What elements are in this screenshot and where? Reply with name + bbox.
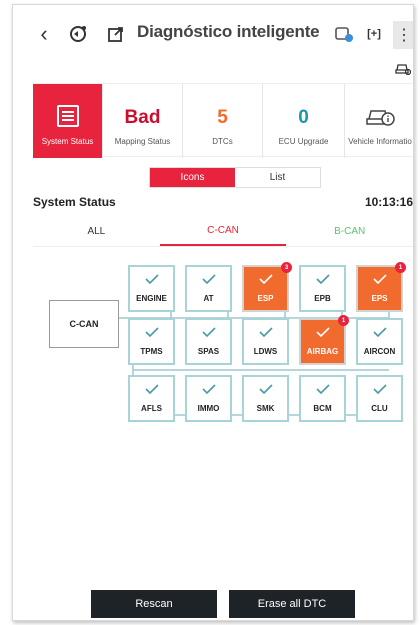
- check-icon: [202, 327, 216, 338]
- ecu-name: EPS: [371, 294, 388, 303]
- ecu-name: ESP: [257, 294, 274, 303]
- ecu-tile-clu[interactable]: CLU: [356, 375, 403, 422]
- scan-time: 10:13:16: [364, 195, 413, 209]
- dtc-count-badge: 1: [338, 315, 349, 326]
- check-icon: [145, 384, 159, 395]
- ecu-name: SMK: [256, 404, 275, 413]
- ecu-name: AIRBAG: [306, 347, 339, 356]
- vehicle-info-label: Vehicle Informatio: [348, 137, 412, 146]
- ecu-name: AFLS: [141, 404, 162, 413]
- dtcs-value: 5: [217, 107, 228, 128]
- check-icon: [259, 274, 273, 285]
- app-window: ‹ Diagnóstico inteligente [+] ⋮ System S…: [12, 4, 414, 621]
- dtc-count-badge: 1: [395, 262, 406, 273]
- ecu-tile-airbag[interactable]: AIRBAG 1: [299, 315, 349, 365]
- checklist-icon: [56, 105, 79, 127]
- more-vert-icon[interactable]: ⋮: [393, 21, 413, 49]
- ecu-name: EPB: [314, 294, 331, 303]
- ecu-upgrade-label: ECU Upgrade: [278, 137, 329, 146]
- ecu-name: CLU: [371, 404, 388, 413]
- ecu-tile-esp[interactable]: ESP 3: [242, 262, 292, 312]
- tab-b-can[interactable]: B-CAN: [286, 217, 413, 246]
- top-bar: ‹ Diagnóstico inteligente [+] ⋮: [13, 5, 413, 76]
- check-icon: [316, 274, 330, 285]
- ecu-name: AIRCON: [363, 347, 396, 356]
- ecu-tile-engine[interactable]: ENGINE: [128, 265, 175, 312]
- ecu-name: SPAS: [197, 347, 220, 356]
- ecu-tile-tpms[interactable]: TPMS: [128, 318, 175, 365]
- check-icon: [316, 327, 330, 338]
- ecu-name: IMMO: [197, 404, 220, 413]
- ecu-tile-epb[interactable]: EPB: [299, 265, 346, 312]
- ecu-tile-ldws[interactable]: LDWS: [242, 318, 289, 365]
- check-icon: [202, 384, 216, 395]
- ecu-name: BCM: [313, 404, 332, 413]
- ecu-tile-immo[interactable]: IMMO: [185, 375, 232, 422]
- check-icon: [145, 327, 159, 338]
- dtcs-label: DTCs: [212, 137, 233, 146]
- export-icon[interactable]: [105, 23, 127, 45]
- c-can-bus-node[interactable]: C-CAN: [49, 300, 119, 348]
- ecu-tile-smk[interactable]: SMK: [242, 375, 289, 422]
- page-title: Diagnóstico inteligente: [137, 22, 320, 41]
- icons-view-tab[interactable]: Icons: [150, 168, 235, 187]
- dtcs-tile[interactable]: 5 DTCs: [183, 84, 263, 158]
- ecu-name: LDWS: [253, 347, 278, 356]
- ecu-tile-eps[interactable]: EPS 1: [356, 262, 406, 312]
- check-icon: [259, 384, 273, 395]
- summary-bar: System Status Bad Mapping Status 5 DTCs …: [33, 83, 413, 158]
- tab-c-can[interactable]: C-CAN: [159, 217, 287, 246]
- ecu-name: ENGINE: [136, 294, 167, 303]
- list-view-tab[interactable]: List: [235, 168, 320, 187]
- check-icon: [145, 274, 159, 285]
- fullscreen-icon[interactable]: [+]: [363, 23, 385, 45]
- vehicle-info-icon: [366, 110, 395, 126]
- ecu-name: TPMS: [140, 347, 163, 356]
- bus-tabs: ALL C-CAN B-CAN: [33, 217, 413, 247]
- tab-all[interactable]: ALL: [33, 217, 160, 246]
- ecu-tile-spas[interactable]: SPAS: [185, 318, 232, 365]
- ecu-tile-at[interactable]: AT: [185, 265, 232, 312]
- back-icon[interactable]: ‹: [33, 21, 55, 46]
- mapping-status-tile[interactable]: Bad Mapping Status: [103, 84, 183, 158]
- dtc-count-badge: 3: [281, 262, 292, 273]
- ecu-tile-bcm[interactable]: BCM: [299, 375, 346, 422]
- ecu-upgrade-value: 0: [298, 107, 309, 128]
- ecu-tile-aircon[interactable]: AIRCON: [356, 318, 403, 365]
- view-toggle: Icons List: [149, 167, 321, 188]
- vci-connect-icon[interactable]: [67, 23, 89, 45]
- rescan-button[interactable]: Rescan: [91, 590, 217, 618]
- ecu-name: AT: [203, 294, 214, 303]
- check-icon: [373, 327, 387, 338]
- check-icon: [373, 384, 387, 395]
- check-icon: [259, 327, 273, 338]
- vehicle-switch-icon[interactable]: [333, 23, 355, 45]
- section-title: System Status: [33, 195, 116, 209]
- check-icon: [316, 384, 330, 395]
- system-status-label: System Status: [41, 137, 94, 146]
- check-icon: [373, 274, 387, 285]
- ecu-tile-afls[interactable]: AFLS: [128, 375, 175, 422]
- check-icon: [202, 274, 216, 285]
- section-header: System Status 10:13:16: [33, 195, 413, 211]
- ecu-upgrade-tile[interactable]: 0 ECU Upgrade: [263, 84, 345, 158]
- vehicle-info-tile[interactable]: Vehicle Informatio: [345, 84, 413, 158]
- erase-all-dtc-button[interactable]: Erase all DTC: [229, 590, 355, 618]
- mapping-status-label: Mapping Status: [114, 137, 171, 146]
- mapping-status-value: Bad: [124, 107, 161, 128]
- system-status-tile[interactable]: System Status: [33, 84, 103, 158]
- car-search-icon[interactable]: [395, 61, 412, 78]
